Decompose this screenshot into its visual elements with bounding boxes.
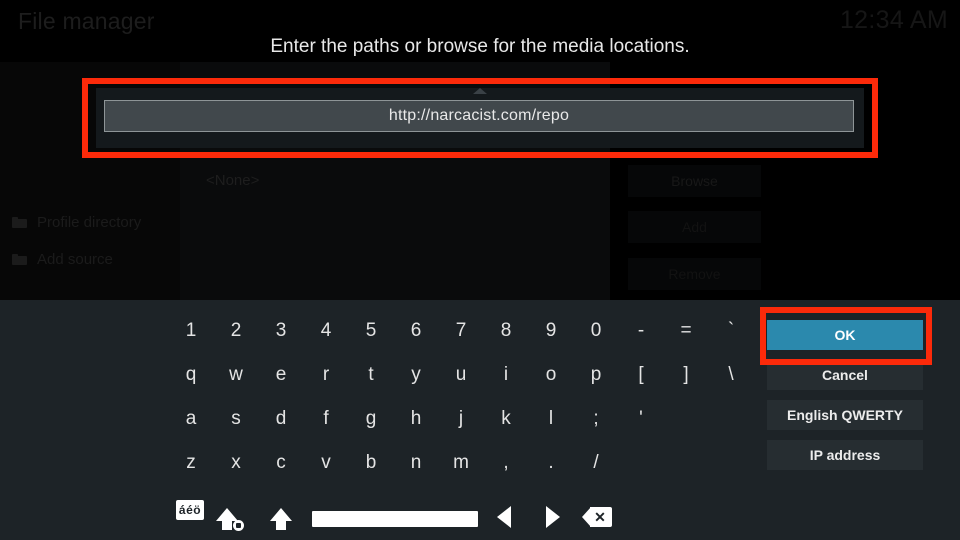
space-key[interactable]: [312, 502, 478, 536]
key-v[interactable]: v: [306, 446, 346, 480]
key-k[interactable]: k: [486, 402, 526, 436]
key-y[interactable]: y: [396, 358, 436, 392]
key-\[interactable]: \: [711, 358, 751, 392]
list-item-label: Add source: [37, 250, 113, 268]
key-8[interactable]: 8: [486, 314, 526, 348]
browse-button[interactable]: Browse: [628, 165, 761, 197]
key-w[interactable]: w: [216, 358, 256, 392]
key-,[interactable]: ,: [486, 446, 526, 480]
clock: 12:34 AM: [839, 6, 948, 34]
key-/[interactable]: /: [576, 446, 616, 480]
key-g[interactable]: g: [351, 402, 391, 436]
arrow-left-icon: [497, 506, 511, 528]
key-1[interactable]: 1: [171, 314, 211, 348]
dialog-heading: Enter the paths or browse for the media …: [270, 36, 690, 57]
key-`[interactable]: `: [711, 314, 751, 348]
kodi-screen: File manager 12:34 AM Profile directory …: [0, 0, 960, 540]
text-input-shell: http://narcacist.com/repo: [96, 88, 864, 148]
key-l[interactable]: l: [531, 402, 571, 436]
key-c[interactable]: c: [261, 446, 301, 480]
backspace-key[interactable]: ✕: [580, 500, 614, 534]
ip-address-button[interactable]: IP address: [767, 440, 923, 470]
key-z[interactable]: z: [171, 446, 211, 480]
key-r[interactable]: r: [306, 358, 346, 392]
cancel-button[interactable]: Cancel: [767, 360, 923, 390]
add-button[interactable]: Add: [628, 211, 761, 243]
key-'[interactable]: ': [621, 402, 661, 436]
key-n[interactable]: n: [396, 446, 436, 480]
key-u[interactable]: u: [441, 358, 481, 392]
arrow-right-icon: [546, 506, 560, 528]
key-i[interactable]: i: [486, 358, 526, 392]
key-b[interactable]: b: [351, 446, 391, 480]
list-item-profile-directory[interactable]: Profile directory: [12, 208, 141, 236]
key-j[interactable]: j: [441, 402, 481, 436]
key-q[interactable]: q: [171, 358, 211, 392]
accents-key[interactable]: áéö: [176, 500, 204, 520]
key-3[interactable]: 3: [261, 314, 301, 348]
caps-lock-key[interactable]: [204, 497, 250, 531]
key-f[interactable]: f: [306, 402, 346, 436]
spacebar-icon: [312, 511, 478, 527]
backspace-x-glyph: ✕: [594, 509, 606, 525]
remove-button[interactable]: Remove: [628, 258, 761, 290]
list-item-label: Profile directory: [37, 213, 142, 231]
shift-key[interactable]: [258, 497, 304, 531]
lock-icon: [233, 519, 244, 531]
folder-icon: [12, 253, 27, 265]
key-9[interactable]: 9: [531, 314, 571, 348]
key-d[interactable]: d: [261, 402, 301, 436]
key-4[interactable]: 4: [306, 314, 346, 348]
key-0[interactable]: 0: [576, 314, 616, 348]
page-title: File manager: [18, 8, 155, 34]
key-[[interactable]: [: [621, 358, 661, 392]
key-6[interactable]: 6: [396, 314, 436, 348]
cursor-right-key[interactable]: [538, 500, 568, 534]
key-5[interactable]: 5: [351, 314, 391, 348]
backspace-icon: ✕: [582, 507, 612, 527]
key-p[interactable]: p: [576, 358, 616, 392]
key-m[interactable]: m: [441, 446, 481, 480]
key-=[interactable]: =: [666, 314, 706, 348]
key-s[interactable]: s: [216, 402, 256, 436]
caret-up-icon: [473, 88, 487, 94]
key-h[interactable]: h: [396, 402, 436, 436]
caps-lock-icon: [216, 507, 244, 531]
list-item-add-source[interactable]: Add source: [12, 245, 113, 273]
key-][interactable]: ]: [666, 358, 706, 392]
key-.[interactable]: .: [531, 446, 571, 480]
source-path-value: <None>: [206, 172, 260, 189]
cursor-left-key[interactable]: [489, 500, 519, 534]
folder-icon: [12, 216, 27, 228]
shift-arrow-icon: [270, 507, 292, 530]
key-2[interactable]: 2: [216, 314, 256, 348]
key-e[interactable]: e: [261, 358, 301, 392]
key-;[interactable]: ;: [576, 402, 616, 436]
key-x[interactable]: x: [216, 446, 256, 480]
key-a[interactable]: a: [171, 402, 211, 436]
key-7[interactable]: 7: [441, 314, 481, 348]
ok-button[interactable]: OK: [767, 320, 923, 350]
key-o[interactable]: o: [531, 358, 571, 392]
key--[interactable]: -: [621, 314, 661, 348]
keyboard-layout-button[interactable]: English QWERTY: [767, 400, 923, 430]
key-t[interactable]: t: [351, 358, 391, 392]
text-input-field[interactable]: http://narcacist.com/repo: [104, 100, 854, 132]
